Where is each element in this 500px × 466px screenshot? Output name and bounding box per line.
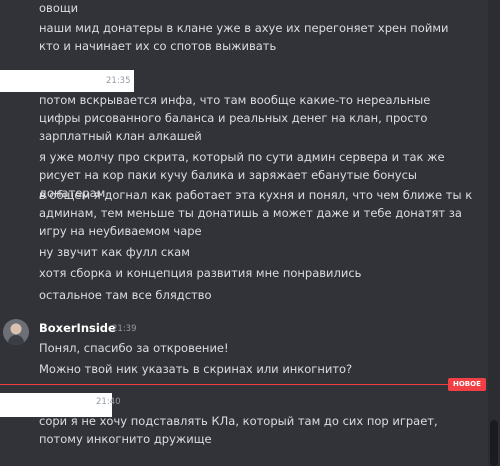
message-text: хотя сборка и концепция развития мне пон… bbox=[39, 266, 362, 280]
scrollbar-thumb[interactable] bbox=[490, 420, 498, 466]
message-timestamp: 21:40 bbox=[96, 397, 121, 407]
message-text: потом вскрывается инфа, что там вообще к… bbox=[39, 93, 431, 143]
message-text: в общем я догнал как работает эта кухня … bbox=[39, 188, 473, 238]
message-text: Понял, спасибо за откровение! bbox=[39, 341, 229, 355]
new-messages-badge: НОВОЕ bbox=[448, 378, 486, 391]
message-timestamp: 21:39 bbox=[112, 324, 137, 334]
scrollbar-track[interactable] bbox=[488, 0, 500, 466]
new-messages-divider bbox=[0, 384, 448, 385]
message-text: остальное там все блядство bbox=[39, 288, 212, 302]
message-text: сори я не хочу подставлять КЛа, который … bbox=[39, 414, 438, 446]
chat-messages: овощи наши мид донатеры в клане уже в ах… bbox=[0, 0, 488, 466]
message-text: Можно твой ник указать в скринах или инк… bbox=[39, 362, 353, 376]
message-timestamp: 21:35 bbox=[106, 76, 131, 86]
message-text: овощи bbox=[39, 1, 79, 15]
message-text: наши мид донатеры в клане уже в ахуе их … bbox=[39, 21, 449, 53]
username[interactable]: BoxerInside bbox=[39, 321, 116, 335]
message-text: ну звучит как фулл скам bbox=[39, 245, 190, 259]
user-avatar[interactable] bbox=[3, 319, 29, 345]
